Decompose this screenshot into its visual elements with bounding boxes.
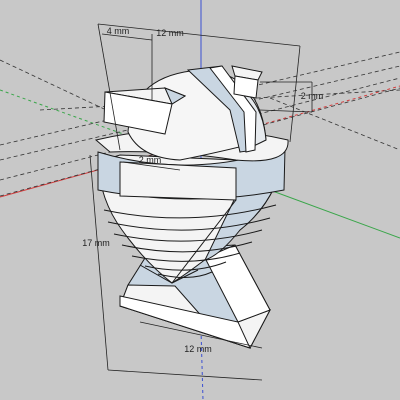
3d-scene[interactable]: 12 mm 4 mm 2 mm 2 mm 17 mm 12 mm [0, 0, 400, 400]
dim-tab-height: 2 mm [301, 91, 324, 101]
dim-overall-height: 17 mm [82, 238, 110, 248]
bowl-body[interactable] [97, 147, 286, 284]
blue-axis-lower [200, 329, 204, 400]
dim-base-width: 12 mm [184, 344, 212, 354]
bowl-band-light [119, 161, 237, 201]
dim-ring-offset: 2 mm [139, 155, 162, 165]
right-tab[interactable] [231, 65, 263, 99]
right-tab-front [233, 75, 259, 99]
dim-tab-width: 4 mm [107, 26, 130, 36]
modeling-viewport[interactable]: 12 mm 4 mm 2 mm 2 mm 17 mm 12 mm [0, 0, 400, 400]
dim-top-width: 12 mm [156, 28, 184, 38]
